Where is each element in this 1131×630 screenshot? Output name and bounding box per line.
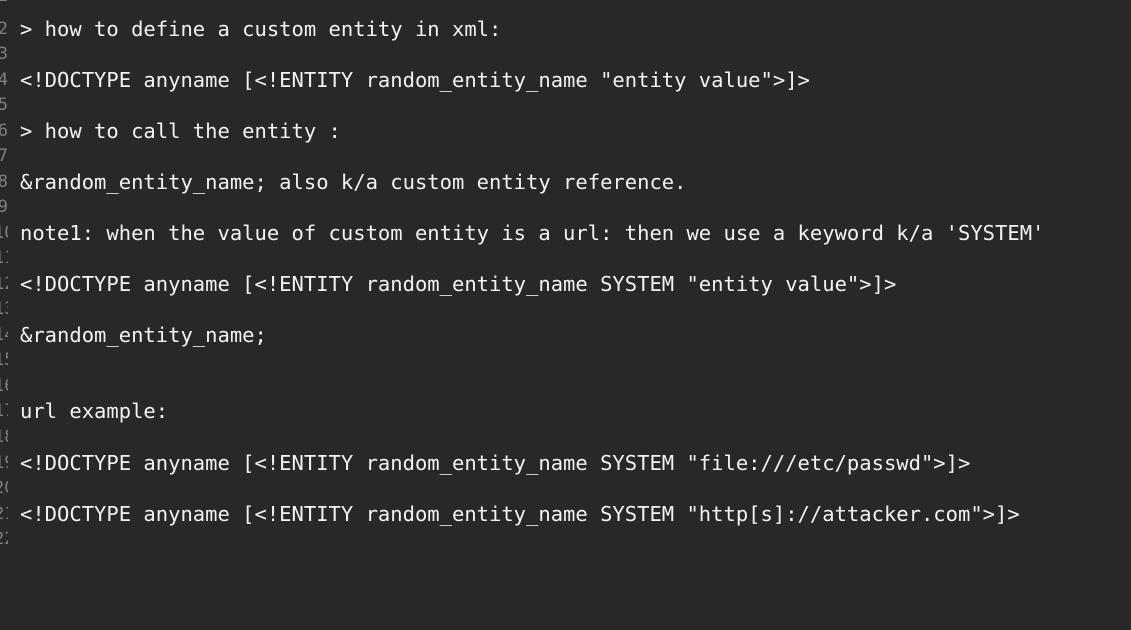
editor-line[interactable]: 12 <!DOCTYPE anyname [<!ENTITY random_en… — [0, 271, 1131, 297]
line-number: 8 — [0, 172, 8, 192]
line-number: 7 — [0, 146, 8, 166]
line-text[interactable]: &random_entity_name; — [20, 322, 267, 348]
line-number: 11 — [0, 245, 8, 271]
editor-line[interactable]: 9 — [0, 194, 1131, 220]
editor-line[interactable]: 11 — [0, 245, 1131, 271]
editor-line[interactable]: 19 <!DOCTYPE anyname [<!ENTITY random_en… — [0, 450, 1131, 476]
editor-line[interactable]: 8 &random_entity_name; also k/a custom e… — [0, 169, 1131, 195]
line-text[interactable]: <!DOCTYPE anyname [<!ENTITY random_entit… — [20, 501, 1020, 527]
line-number: 21 — [0, 501, 8, 527]
line-number: 19 — [0, 450, 8, 476]
line-text[interactable]: <!DOCTYPE anyname [<!ENTITY random_entit… — [20, 271, 896, 297]
line-number: 10 — [0, 220, 8, 246]
line-text[interactable]: > how to call the entity : — [20, 118, 341, 144]
line-number: 18 — [0, 424, 8, 450]
line-text[interactable]: > how to define a custom entity in xml: — [20, 16, 501, 42]
line-number: 6 — [0, 121, 8, 141]
line-number: 20 — [0, 475, 8, 501]
editor-line[interactable]: 22 — [0, 526, 1131, 552]
text-editor[interactable]: 1 2 > how to define a custom entity in x… — [0, 0, 1131, 556]
editor-line[interactable]: 16 — [0, 373, 1131, 399]
line-number: 1 — [0, 0, 8, 9]
line-number: 9 — [0, 197, 8, 217]
line-text[interactable]: <!DOCTYPE anyname [<!ENTITY random_entit… — [20, 450, 970, 476]
line-number: 4 — [0, 70, 8, 90]
line-text[interactable]: &random_entity_name; also k/a custom ent… — [20, 169, 686, 195]
editor-line[interactable]: 14 &random_entity_name; — [0, 322, 1131, 348]
editor-line[interactable]: 5 — [0, 92, 1131, 118]
editor-line[interactable]: 1 — [0, 0, 1131, 9]
editor-line[interactable]: 7 — [0, 143, 1131, 169]
editor-line[interactable]: 3 — [0, 41, 1131, 67]
editor-line[interactable]: 20 — [0, 475, 1131, 501]
line-number: 12 — [0, 271, 8, 297]
editor-line[interactable]: 17 url example: — [0, 398, 1131, 424]
editor-line[interactable]: 21 <!DOCTYPE anyname [<!ENTITY random_en… — [0, 501, 1131, 527]
line-number: 13 — [0, 296, 8, 322]
line-number: 15 — [0, 347, 8, 373]
line-text[interactable]: <!DOCTYPE anyname [<!ENTITY random_entit… — [20, 67, 810, 93]
line-number: 5 — [0, 95, 8, 115]
editor-line[interactable]: 18 — [0, 424, 1131, 450]
line-text[interactable]: note1: when the value of custom entity i… — [20, 220, 1044, 246]
editor-line[interactable]: 4 <!DOCTYPE anyname [<!ENTITY random_ent… — [0, 67, 1131, 93]
editor-line[interactable]: 2 > how to define a custom entity in xml… — [0, 16, 1131, 42]
editor-line[interactable]: 10 note1: when the value of custom entit… — [0, 220, 1131, 246]
editor-line[interactable]: 15 — [0, 347, 1131, 373]
line-number: 2 — [0, 19, 8, 39]
editor-line[interactable]: 13 — [0, 296, 1131, 322]
editor-line[interactable]: 6 > how to call the entity : — [0, 118, 1131, 144]
line-number: 16 — [0, 373, 8, 399]
line-number: 14 — [0, 322, 8, 348]
line-number: 17 — [0, 398, 8, 424]
line-text[interactable]: url example: — [20, 398, 168, 424]
line-number: 22 — [0, 526, 8, 552]
line-number: 3 — [0, 44, 8, 64]
